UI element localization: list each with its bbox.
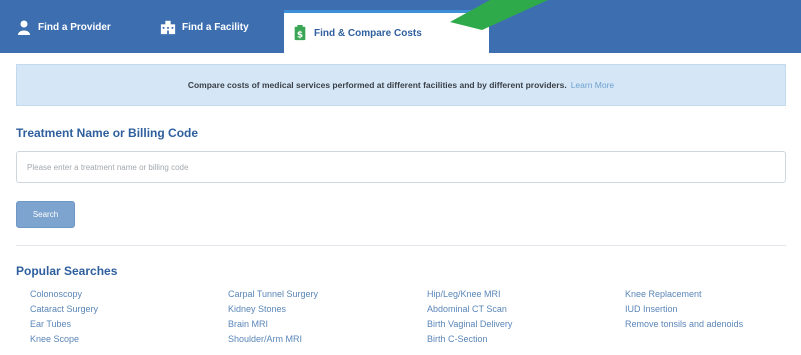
- popular-search-link[interactable]: Brain MRI: [228, 317, 318, 332]
- popular-search-link[interactable]: Hip/Leg/Knee MRI: [427, 287, 512, 302]
- popular-column-4: Knee Replacement IUD Insertion Remove to…: [625, 287, 743, 332]
- popular-column-2: Carpal Tunnel Surgery Kidney Stones Brai…: [228, 287, 318, 347]
- pointer-arrow-icon: [450, 0, 548, 30]
- building-icon: [160, 20, 176, 35]
- popular-search-link[interactable]: IUD Insertion: [625, 302, 743, 317]
- popular-search-link[interactable]: Knee Replacement: [625, 287, 743, 302]
- dollar-document-icon: $: [294, 25, 306, 40]
- tab-label: Find a Facility: [182, 21, 249, 33]
- popular-search-link[interactable]: Abdominal CT Scan: [427, 302, 512, 317]
- treatment-search-input[interactable]: [17, 152, 785, 182]
- popular-search-link[interactable]: Remove tonsils and adenoids: [625, 317, 743, 332]
- info-banner: Compare costs of medical services perfor…: [16, 64, 786, 106]
- tab-find-provider[interactable]: Find a Provider: [16, 12, 111, 42]
- popular-searches-title: Popular Searches: [16, 264, 118, 278]
- tab-label: Find a Provider: [38, 21, 111, 33]
- tab-label: Find & Compare Costs: [314, 27, 422, 39]
- tab-find-facility[interactable]: Find a Facility: [160, 12, 249, 42]
- popular-search-link[interactable]: Knee Scope: [30, 332, 98, 347]
- banner-text: Compare costs of medical services perfor…: [187, 80, 567, 90]
- popular-search-link[interactable]: Ear Tubes: [30, 317, 98, 332]
- popular-search-link[interactable]: Cataract Surgery: [30, 302, 98, 317]
- divider: [16, 245, 786, 246]
- learn-more-link[interactable]: Learn More: [571, 80, 614, 90]
- popular-search-link[interactable]: Shoulder/Arm MRI: [228, 332, 318, 347]
- treatment-input-container: [16, 151, 786, 183]
- popular-search-link[interactable]: Carpal Tunnel Surgery: [228, 287, 318, 302]
- popular-column-1: Colonoscopy Cataract Surgery Ear Tubes K…: [30, 287, 98, 347]
- search-button[interactable]: Search: [16, 201, 75, 228]
- svg-text:$: $: [297, 30, 303, 40]
- person-icon: [18, 20, 30, 35]
- tab-bar: Find a Provider Find a Facility $ Find &…: [0, 0, 801, 53]
- popular-search-link[interactable]: Birth C-Section: [427, 332, 512, 347]
- popular-search-link[interactable]: Kidney Stones: [228, 302, 318, 317]
- popular-search-link[interactable]: Birth Vaginal Delivery: [427, 317, 512, 332]
- popular-column-3: Hip/Leg/Knee MRI Abdominal CT Scan Birth…: [427, 287, 512, 347]
- popular-search-link[interactable]: Colonoscopy: [30, 287, 98, 302]
- treatment-section-title: Treatment Name or Billing Code: [16, 126, 199, 140]
